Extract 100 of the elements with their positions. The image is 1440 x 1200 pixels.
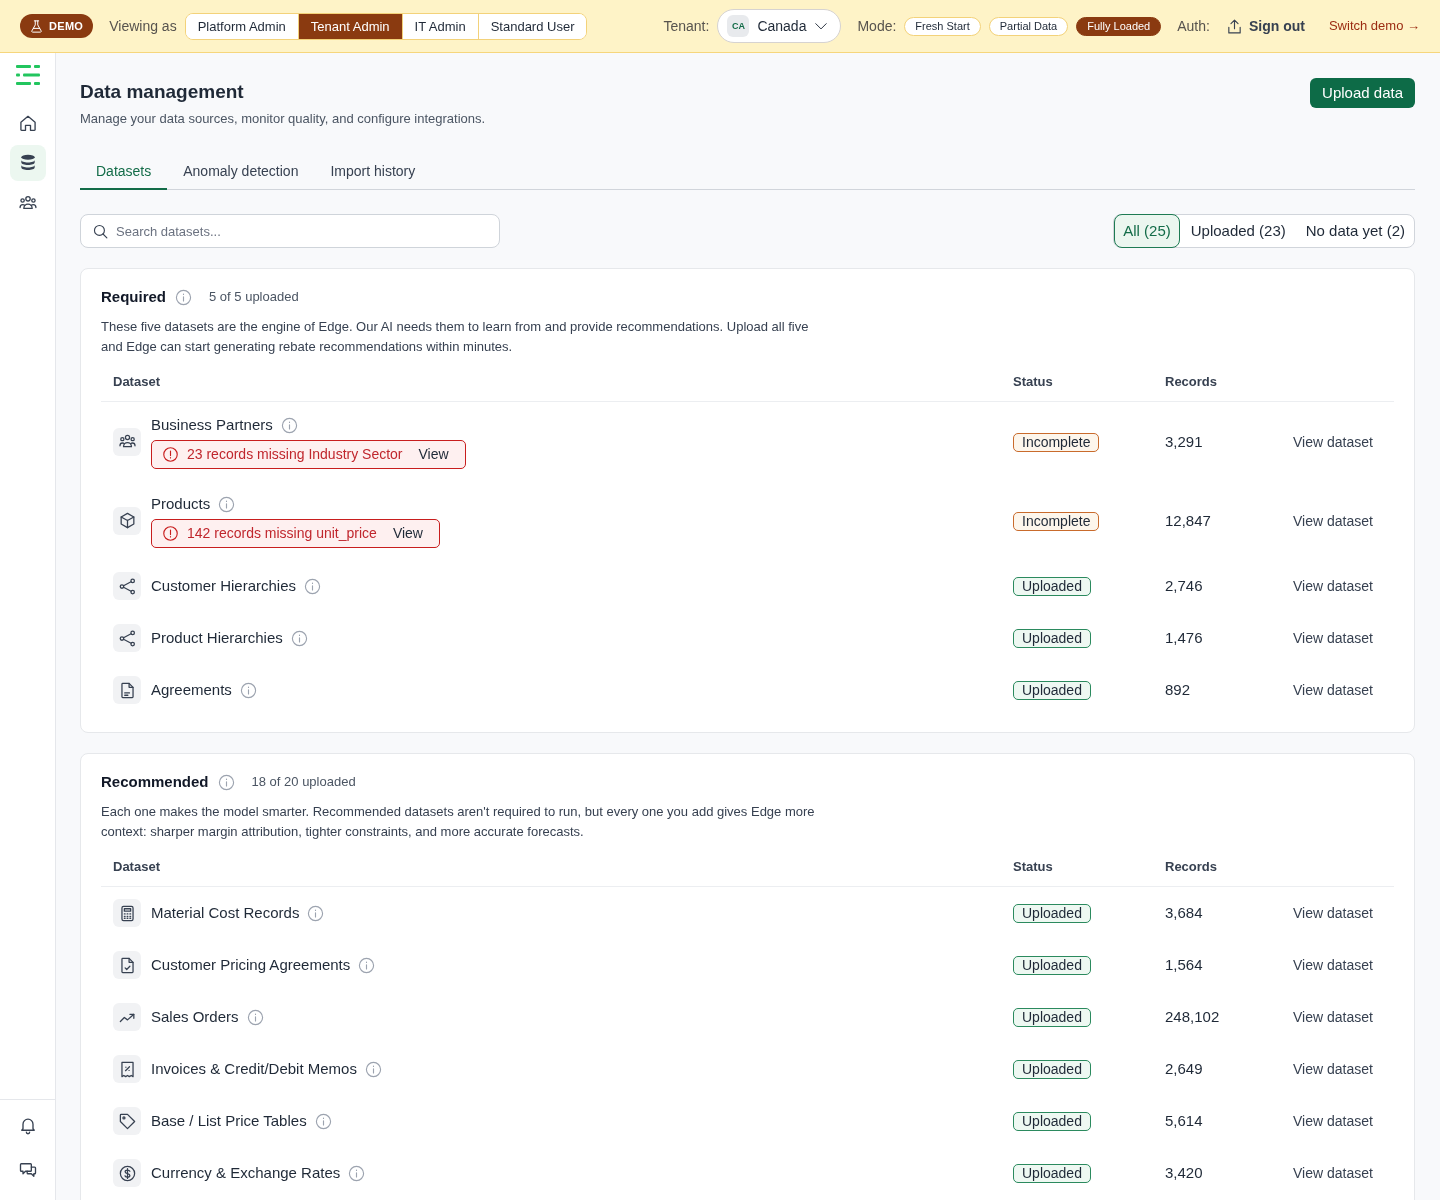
info-icon[interactable] bbox=[280, 416, 298, 434]
info-icon[interactable] bbox=[217, 773, 235, 791]
share-icon bbox=[113, 572, 141, 600]
search-field[interactable]: Search datasets... bbox=[80, 214, 500, 248]
mode-option[interactable]: Fresh Start bbox=[904, 16, 981, 36]
demo-label: DEMO bbox=[49, 18, 84, 34]
tab[interactable]: Import history bbox=[314, 153, 432, 190]
view-dataset-link[interactable]: View dataset bbox=[1293, 905, 1373, 921]
view-dataset-link[interactable]: View dataset bbox=[1293, 1113, 1373, 1129]
view-dataset-link[interactable]: View dataset bbox=[1293, 512, 1373, 529]
view-link[interactable]: View bbox=[392, 523, 423, 544]
record-count: 3,420 bbox=[1165, 1164, 1203, 1181]
view-dataset-link[interactable]: View dataset bbox=[1293, 957, 1373, 973]
cube-icon bbox=[113, 506, 141, 535]
info-icon[interactable] bbox=[239, 681, 257, 699]
people-icon bbox=[113, 427, 141, 456]
info-icon[interactable] bbox=[290, 629, 308, 647]
view-dataset-link[interactable]: View dataset bbox=[1293, 1165, 1373, 1181]
tab[interactable]: Anomaly detection bbox=[167, 153, 315, 190]
mode-option[interactable]: Partial Data bbox=[988, 16, 1069, 36]
nav-item[interactable] bbox=[9, 145, 46, 181]
column-header: Records bbox=[1165, 373, 1219, 391]
status-badge: Incomplete bbox=[1013, 511, 1100, 531]
dataset-name: Invoices & Credit/Debit Memos bbox=[151, 1059, 357, 1079]
info-icon[interactable] bbox=[218, 495, 236, 513]
record-count: 1,476 bbox=[1165, 629, 1203, 646]
record-count: 3,291 bbox=[1165, 432, 1203, 450]
upload-data-button[interactable]: Upload data bbox=[1310, 78, 1415, 108]
view-dataset-link[interactable]: View dataset bbox=[1293, 433, 1373, 450]
alert-icon bbox=[162, 525, 179, 542]
info-icon[interactable] bbox=[175, 288, 192, 306]
view-dataset-link[interactable]: View dataset bbox=[1293, 578, 1373, 594]
status-badge: Incomplete bbox=[1013, 432, 1100, 452]
page-title: Data management bbox=[80, 80, 245, 104]
share-icon bbox=[113, 624, 141, 652]
home-icon bbox=[17, 113, 38, 133]
view-dataset-link[interactable]: View dataset bbox=[1293, 1009, 1373, 1025]
view-dataset-link[interactable]: View dataset bbox=[1293, 1061, 1373, 1077]
tenant-select[interactable]: CA Canada bbox=[717, 9, 842, 43]
record-count: 3,684 bbox=[1165, 904, 1203, 921]
info-icon[interactable] bbox=[304, 577, 322, 595]
document-check-icon bbox=[113, 951, 141, 979]
dataset-name: Currency & Exchange Rates bbox=[151, 1163, 341, 1183]
section-title: Recommended bbox=[101, 772, 209, 792]
flask-icon bbox=[29, 18, 44, 34]
receipt-icon bbox=[113, 1055, 141, 1083]
record-count: 1,564 bbox=[1165, 956, 1203, 973]
role-option[interactable]: Standard User bbox=[477, 13, 587, 39]
mode-option[interactable]: Fully Loaded bbox=[1076, 16, 1162, 36]
status-badge: Uploaded bbox=[1013, 629, 1091, 648]
status-badge: Uploaded bbox=[1013, 1060, 1091, 1079]
info-icon[interactable] bbox=[246, 1008, 264, 1026]
tab[interactable]: Datasets bbox=[80, 153, 168, 190]
dataset-name: Material Cost Records bbox=[151, 903, 300, 923]
column-header: Records bbox=[1165, 858, 1219, 876]
sign-out-button[interactable]: Sign out bbox=[1225, 15, 1305, 37]
country-code: CA bbox=[727, 15, 750, 37]
status-badge: Uploaded bbox=[1013, 1164, 1091, 1183]
info-icon[interactable] bbox=[358, 956, 376, 974]
search-icon bbox=[92, 223, 109, 240]
role-option[interactable]: Tenant Admin bbox=[297, 13, 402, 39]
status-badge: Uploaded bbox=[1013, 904, 1091, 923]
dataset-name: Base / List Price Tables bbox=[151, 1111, 307, 1131]
upload-icon bbox=[1225, 17, 1243, 35]
filter-option[interactable]: No data yet (2) bbox=[1296, 214, 1414, 248]
filter-option[interactable]: All (25) bbox=[1114, 214, 1180, 248]
dataset-name: Products bbox=[151, 494, 211, 514]
alert-message: 23 records missing Industry Sector bbox=[187, 445, 403, 464]
view-dataset-link[interactable]: View dataset bbox=[1293, 630, 1373, 646]
calculator-icon bbox=[113, 899, 141, 927]
status-badge: Uploaded bbox=[1013, 1112, 1091, 1131]
chat-icon bbox=[17, 1160, 38, 1180]
column-header: Dataset bbox=[113, 858, 161, 876]
switch-demo-link[interactable]: Switch demo → bbox=[1328, 16, 1420, 36]
section-description: Each one makes the model smarter. Recommended datasets aren't required to run, but every one you add gives Edge more context: sharper margin attribution, tighter constraints, and more accurate forecasts. bbox=[101, 803, 816, 841]
filter-option[interactable]: Uploaded (23) bbox=[1181, 214, 1295, 248]
dataset-name: Agreements bbox=[151, 680, 232, 700]
status-badge: Uploaded bbox=[1013, 681, 1091, 700]
info-icon[interactable] bbox=[348, 1164, 366, 1182]
record-count: 248,102 bbox=[1165, 1008, 1220, 1025]
status-badge: Uploaded bbox=[1013, 956, 1091, 975]
view-link[interactable]: View bbox=[418, 444, 449, 465]
info-icon[interactable] bbox=[314, 1112, 332, 1130]
logo-icon[interactable] bbox=[15, 65, 40, 85]
record-count: 2,746 bbox=[1165, 577, 1203, 594]
column-header: Status bbox=[1013, 858, 1054, 876]
dataset-name: Customer Pricing Agreements bbox=[151, 955, 351, 975]
record-count: 2,649 bbox=[1165, 1060, 1203, 1077]
alert-message: 142 records missing unit_price bbox=[187, 524, 377, 543]
view-dataset-link[interactable]: View dataset bbox=[1293, 682, 1373, 698]
trend-up-icon bbox=[113, 1003, 141, 1031]
record-count: 12,847 bbox=[1165, 511, 1211, 529]
info-icon[interactable] bbox=[307, 904, 325, 922]
auth-label: Auth: bbox=[1177, 16, 1210, 36]
info-icon[interactable] bbox=[364, 1060, 382, 1078]
section-description: These five datasets are the engine of Edge. Our AI needs them to learn from and provide recommendations. Upload all five and Edge can start generating rebate recommendations within minutes. bbox=[101, 318, 810, 356]
document-icon bbox=[113, 676, 141, 704]
status-badge: Uploaded bbox=[1013, 577, 1091, 596]
dollar-coin-icon bbox=[113, 1159, 141, 1187]
column-header: Dataset bbox=[113, 373, 161, 391]
